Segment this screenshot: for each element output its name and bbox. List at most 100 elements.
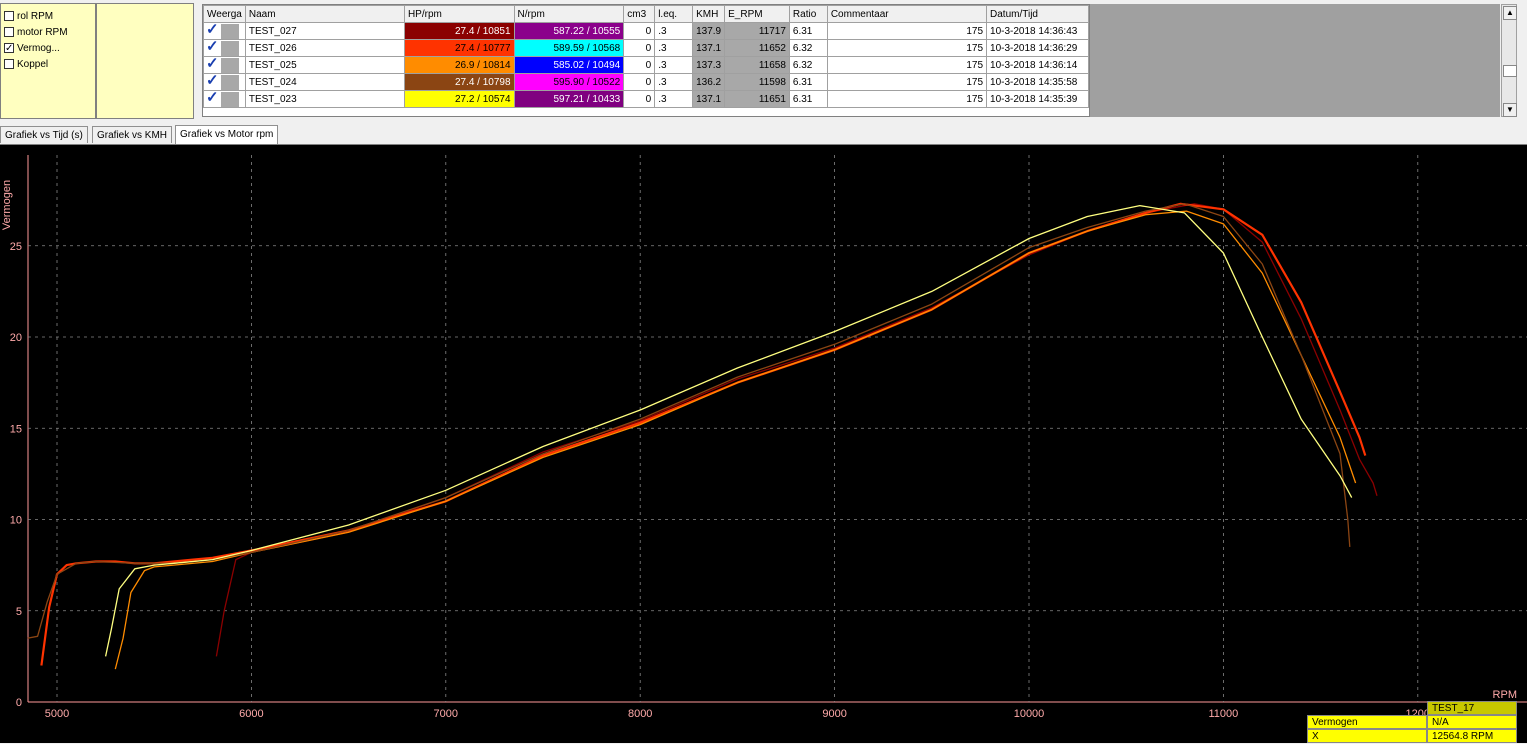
col-header-hp[interactable]: HP/rpm — [403, 5, 515, 23]
series-line — [40, 202, 1367, 666]
readout-test-label: TEST_17 — [1427, 701, 1517, 715]
option-label: motor RPM — [17, 26, 68, 38]
comment-cell: 175 — [826, 56, 988, 74]
check-icon[interactable]: ✓ — [206, 41, 219, 56]
kmh-cell: 137.9 — [692, 22, 726, 40]
ratio-cell: 6.32 — [788, 56, 828, 74]
scroll-down-icon[interactable]: ▼ — [1503, 103, 1517, 117]
check-icon[interactable]: ✓ — [206, 24, 219, 39]
kmh-cell: 137.1 — [692, 39, 726, 57]
x-tick-label: 8000 — [628, 708, 652, 720]
y-tick-label: 15 — [10, 423, 22, 435]
erpm-cell: 11652 — [724, 39, 790, 57]
check-icon[interactable]: ✓ — [206, 75, 219, 90]
weergave-cell[interactable]: ✓ — [203, 22, 246, 40]
name-cell: TEST_026 — [244, 39, 405, 57]
datum-cell: 10-3-2018 14:36:43 — [986, 22, 1089, 40]
chart-area: 5000 6000 7000 8000 9000 10000 11000 1200 0 5 10 15… — [0, 145, 1527, 743]
n-cell: 587.22 / 10555 — [513, 22, 625, 40]
cm3-cell: 0 — [623, 22, 656, 40]
col-header-commentaar[interactable]: Commentaar — [826, 5, 988, 23]
checkbox-icon[interactable]: ✓ — [4, 43, 14, 54]
leq-cell: .3 — [654, 90, 694, 108]
kmh-cell: 136.2 — [692, 73, 726, 91]
y-tick-label: 20 — [10, 332, 22, 344]
weergave-cell[interactable]: ✓ — [203, 56, 246, 74]
ratio-cell: 6.31 — [788, 22, 828, 40]
n-cell: 589.59 / 10568 — [513, 39, 625, 57]
col-header-kmh[interactable]: KMH — [692, 5, 726, 23]
channel-options: rol RPM motor RPM ✓ Vermog... Koppel — [0, 3, 96, 119]
scroll-up-icon[interactable]: ▲ — [1503, 6, 1517, 20]
datum-cell: 10-3-2018 14:36:29 — [986, 39, 1089, 57]
weergave-cell[interactable]: ✓ — [203, 73, 246, 91]
option-label: Vermog... — [17, 42, 60, 54]
hp-cell: 26.9 / 10814 — [403, 56, 515, 74]
check-icon[interactable]: ✓ — [206, 58, 219, 73]
col-header-erpm[interactable]: E_RPM — [724, 5, 790, 23]
hp-cell: 27.2 / 10574 — [403, 90, 515, 108]
n-cell: 595.90 / 10522 — [513, 73, 625, 91]
checkbox-icon[interactable] — [4, 27, 14, 37]
comment-cell: 175 — [826, 39, 988, 57]
leq-cell: .3 — [654, 39, 694, 57]
option-koppel[interactable]: Koppel — [4, 57, 48, 71]
test-table: Weerga Naam HP/rpm N/rpm cm3 l.eq. KMH E… — [202, 4, 1090, 117]
table-scrollbar[interactable]: ▲ ▼ — [1501, 4, 1517, 117]
readout-row1-label: Vermogen — [1307, 715, 1427, 729]
col-header-n[interactable]: N/rpm — [513, 5, 625, 23]
option-label: rol RPM — [17, 10, 54, 22]
col-header-naam[interactable]: Naam — [244, 5, 405, 23]
table-row[interactable]: ✓ TEST_027 27.4 / 10851 587.22 / 10555 0.3 13… — [203, 22, 1089, 40]
x-tick-label: 6000 — [239, 708, 263, 720]
col-header-leq[interactable]: l.eq. — [654, 5, 694, 23]
table-header-row: Weerga Naam HP/rpm N/rpm cm3 l.eq. KMH E… — [203, 5, 1089, 23]
check-icon[interactable]: ✓ — [206, 92, 219, 107]
checkbox-icon[interactable] — [4, 11, 14, 21]
col-header-cm3[interactable]: cm3 — [623, 5, 656, 23]
y-axis-label: Vermogen — [1, 180, 13, 230]
datum-cell: 10-3-2018 14:35:39 — [986, 90, 1089, 108]
option-rol-rpm[interactable]: rol RPM — [4, 9, 53, 23]
cursor-readout: TEST_17 Vermogen N/A X 12564.8 RPM — [1307, 701, 1517, 743]
tab-grafiek-motor-rpm[interactable]: Grafiek vs Motor rpm — [175, 125, 279, 144]
datum-cell: 10-3-2018 14:36:14 — [986, 56, 1089, 74]
tab-grafiek-kmh[interactable]: Grafiek vs KMH — [92, 126, 173, 143]
ratio-cell: 6.31 — [788, 73, 828, 91]
x-tick-label: 5000 — [45, 708, 69, 720]
x-axis-label: RPM — [1493, 689, 1517, 701]
comment-cell: 175 — [826, 73, 988, 91]
leq-cell: .3 — [654, 73, 694, 91]
cm3-cell: 0 — [623, 56, 656, 74]
readout-row1-value: N/A — [1427, 715, 1517, 729]
table-row[interactable]: ✓ TEST_023 27.2 / 10574 597.21 / 10433 0.3 13… — [203, 90, 1089, 108]
hp-cell: 27.4 / 10798 — [403, 73, 515, 91]
table-row[interactable]: ✓ TEST_024 27.4 / 10798 595.90 / 10522 0.3 13… — [203, 73, 1089, 91]
col-header-ratio[interactable]: Ratio — [788, 5, 828, 23]
kmh-cell: 137.1 — [692, 90, 726, 108]
weergave-cell[interactable]: ✓ — [203, 90, 246, 108]
x-tick-label: 10000 — [1014, 708, 1045, 720]
erpm-cell: 11717 — [724, 22, 790, 40]
datum-cell: 10-3-2018 14:35:58 — [986, 73, 1089, 91]
weergave-cell[interactable]: ✓ — [203, 39, 246, 57]
table-row[interactable]: ✓ TEST_026 27.4 / 10777 589.59 / 10568 0.3 13… — [203, 39, 1089, 57]
option-motor-rpm[interactable]: motor RPM — [4, 25, 68, 39]
table-row[interactable]: ✓ TEST_025 26.9 / 10814 585.02 / 10494 0.3 13… — [203, 56, 1089, 74]
tab-grafiek-tijd[interactable]: Grafiek vs Tijd (s) — [0, 126, 88, 143]
erpm-cell: 11598 — [724, 73, 790, 91]
col-header-datum[interactable]: Datum/Tijd — [986, 5, 1089, 23]
cm3-cell: 0 — [623, 73, 656, 91]
col-header-weerga[interactable]: Weerga — [203, 5, 246, 23]
series-line — [104, 204, 1353, 657]
erpm-cell: 11651 — [724, 90, 790, 108]
option-vermogen[interactable]: ✓ Vermog... — [4, 41, 60, 55]
cm3-cell: 0 — [623, 90, 656, 108]
scroll-thumb[interactable] — [1503, 65, 1517, 77]
options-panel-right — [96, 3, 194, 119]
leq-cell: .3 — [654, 22, 694, 40]
checkbox-icon[interactable] — [4, 59, 14, 69]
name-cell: TEST_024 — [244, 73, 405, 91]
hp-cell: 27.4 / 10777 — [403, 39, 515, 57]
name-cell: TEST_023 — [244, 90, 405, 108]
